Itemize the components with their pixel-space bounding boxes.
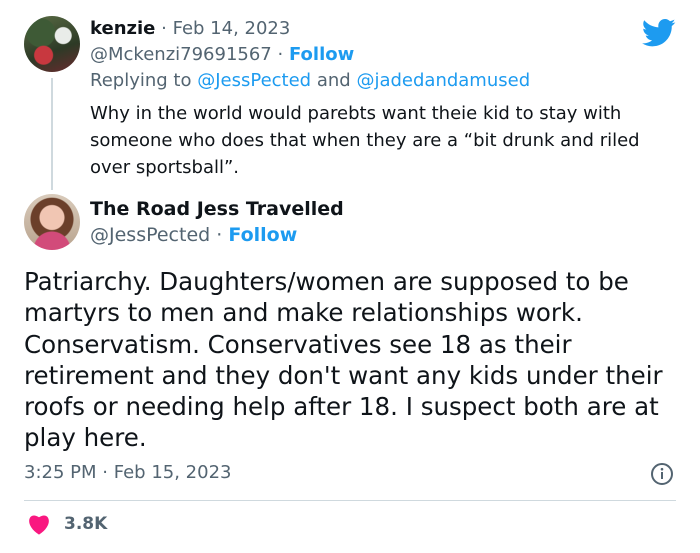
tweet-date[interactable]: Feb 15, 2023 [114,462,232,483]
info-icon[interactable] [650,462,674,486]
author-handle-row: @JessPected · Follow [90,224,297,246]
thread-line [51,78,53,190]
author-name[interactable]: The Road Jess Travelled [90,198,344,220]
author-avatar[interactable] [24,194,80,250]
replying-to: Replying to @JessPected and @jadedandamu… [90,70,530,91]
replying-prefix: Replying to [90,70,192,91]
reply-handle[interactable]: @Mckenzi79691567 [90,44,272,65]
tweet-timestamp[interactable]: 3:25 PM · Feb 15, 2023 [24,462,231,483]
heart-icon[interactable] [27,513,51,535]
reply-date[interactable]: Feb 14, 2023 [173,18,291,39]
reply-header: kenzie · Feb 14, 2023 [90,18,290,39]
replying-to-user-1[interactable]: @JessPected [197,70,311,91]
reply-text: Why in the world would parebts want thei… [90,103,640,178]
reply-follow-button[interactable]: Follow [289,44,354,65]
divider [24,500,676,501]
like-count[interactable]: 3.8K [64,514,107,534]
replying-to-user-2[interactable]: @jadedandamused [356,70,530,91]
reply-avatar[interactable] [24,16,80,72]
reply-author-name[interactable]: kenzie [90,18,155,39]
author-separator: · [216,224,223,246]
twitter-bird-icon[interactable] [642,18,676,48]
tweet-text: Patriarchy. Daughters/women are supposed… [24,267,663,453]
reply-handle-row: @Mckenzi79691567 · Follow [90,44,355,65]
tweet-time[interactable]: 3:25 PM [24,462,97,483]
reply-separator: · [161,18,167,39]
author-handle[interactable]: @JessPected [90,224,210,246]
replying-and: and [316,70,351,91]
author-follow-button[interactable]: Follow [228,224,297,246]
